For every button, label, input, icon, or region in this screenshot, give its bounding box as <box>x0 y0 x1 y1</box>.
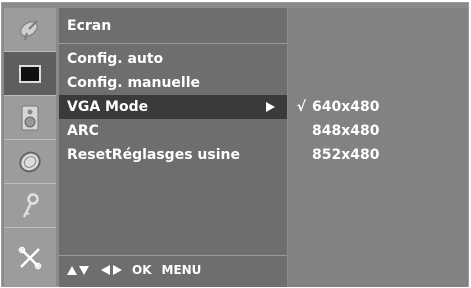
menu-item-label: VGA Mode <box>67 99 149 115</box>
left-arrow-icon <box>101 265 110 275</box>
screen-icon <box>19 64 41 83</box>
title-divider <box>59 43 287 44</box>
key-icon <box>22 192 39 218</box>
menu-item-config-manuelle[interactable]: Config. manuelle <box>59 71 287 95</box>
submenu-item-640x480[interactable]: √ 640x480 <box>288 95 468 119</box>
menu-item-label: ARC <box>67 123 99 139</box>
speaker-icon <box>21 105 39 130</box>
menu-title: Ecran <box>67 18 112 34</box>
submenu-arrow-icon <box>266 102 275 112</box>
menu-item-arc[interactable]: ARC <box>59 119 287 143</box>
submenu-item-852x480[interactable]: 852x480 <box>288 143 468 167</box>
submenu-panel: √ 640x480 848x480 852x480 <box>288 8 468 287</box>
navigation-hint: OK MENU <box>67 263 201 277</box>
icon-cell-channel[interactable] <box>4 8 56 52</box>
icon-cell-time[interactable] <box>4 140 56 184</box>
menu-item-vga-mode[interactable]: VGA Mode <box>59 95 287 119</box>
submenu-item-label: 640x480 <box>312 99 380 115</box>
submenu-item-label: 852x480 <box>312 147 380 163</box>
checkmark-icon: √ <box>296 99 306 115</box>
ok-hint: OK <box>132 263 152 277</box>
icon-cell-option[interactable] <box>4 228 56 287</box>
menu-item-reset[interactable]: ResetRéglasges usine <box>59 143 287 167</box>
category-icon-strip <box>4 8 56 287</box>
tv-osd-menu: Ecran Config. auto Config. manuelle VGA … <box>1 2 469 287</box>
icon-cell-lock[interactable] <box>4 184 56 228</box>
icon-cell-screen[interactable] <box>4 52 56 96</box>
down-arrow-icon <box>79 265 89 275</box>
menu-item-config-auto[interactable]: Config. auto <box>59 47 287 71</box>
submenu-item-848x480[interactable]: 848x480 <box>288 119 468 143</box>
tools-icon <box>18 246 42 269</box>
clock-icon <box>19 151 41 172</box>
menu-item-label: Config. auto <box>67 51 164 67</box>
up-arrow-icon <box>67 265 77 275</box>
footer-divider <box>59 255 287 256</box>
menu-item-label: ResetRéglasges usine <box>67 147 240 163</box>
icon-cell-audio[interactable] <box>4 96 56 140</box>
submenu-item-label: 848x480 <box>312 123 380 139</box>
menu-panel: Ecran Config. auto Config. manuelle VGA … <box>59 8 287 287</box>
right-arrow-icon <box>113 265 122 275</box>
menu-item-label: Config. manuelle <box>67 75 201 91</box>
satellite-dish-icon <box>20 19 38 40</box>
menu-hint: MENU <box>161 263 202 277</box>
